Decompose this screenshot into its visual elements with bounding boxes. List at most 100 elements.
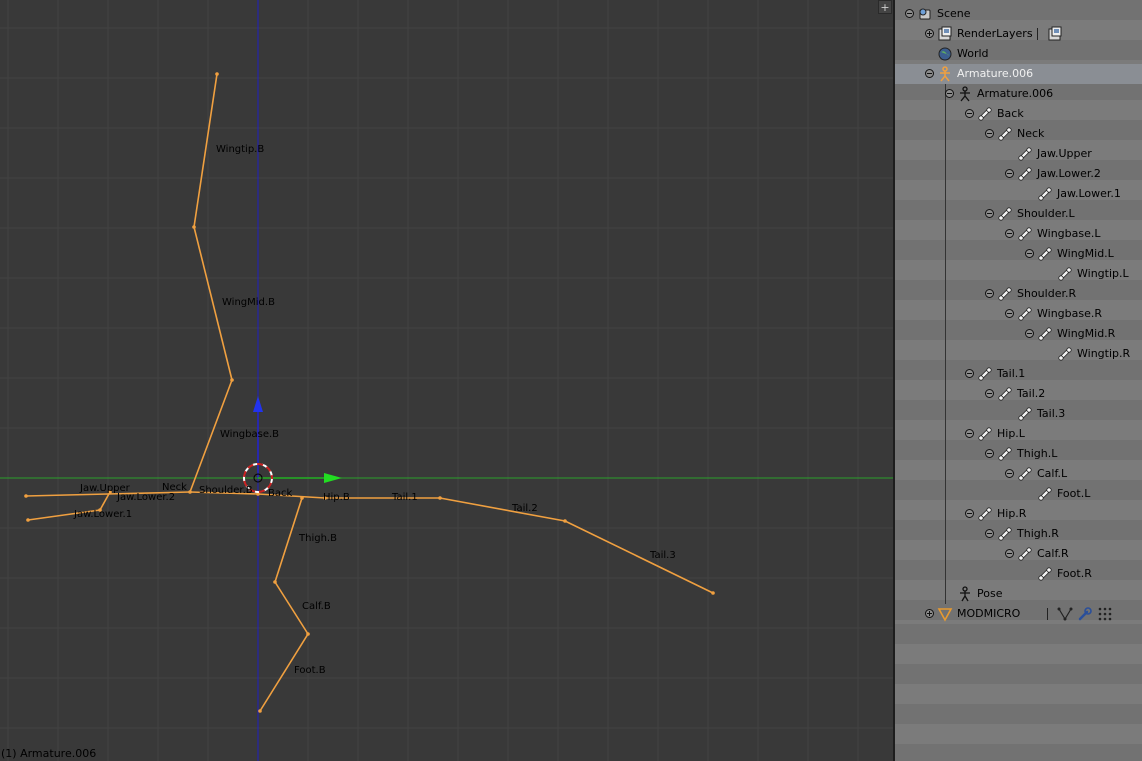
mesh-icon bbox=[937, 606, 953, 622]
collapse-icon[interactable] bbox=[1005, 469, 1014, 478]
outliner-item-jaw-upper[interactable]: Jaw.Upper bbox=[895, 144, 1142, 164]
collapse-icon[interactable] bbox=[1005, 549, 1014, 558]
outliner-item-label: Jaw.Lower.2 bbox=[1037, 167, 1101, 180]
bone-label: Thigh.B bbox=[298, 533, 337, 544]
outliner-item-wingmid-l[interactable]: WingMid.L bbox=[895, 244, 1142, 264]
bone-icon bbox=[997, 526, 1013, 542]
outliner-item-tail-3[interactable]: Tail.3 bbox=[895, 404, 1142, 424]
outliner-item-scene[interactable]: Scene bbox=[895, 4, 1142, 24]
bone-icon bbox=[997, 446, 1013, 462]
bone-label: Shoulder.B bbox=[199, 485, 253, 496]
bone-icon bbox=[1017, 226, 1033, 242]
outliner-item-tail-1[interactable]: Tail.1 bbox=[895, 364, 1142, 384]
outliner-item-tail-2[interactable]: Tail.2 bbox=[895, 384, 1142, 404]
outliner-item-label: Tail.3 bbox=[1037, 407, 1066, 420]
outliner-item-foot-l[interactable]: Foot.L bbox=[895, 484, 1142, 504]
outliner-item-jaw-lower-2[interactable]: Jaw.Lower.2 bbox=[895, 164, 1142, 184]
collapse-icon[interactable] bbox=[965, 429, 974, 438]
collapse-icon[interactable] bbox=[925, 69, 934, 78]
outliner-item-wingbase-r[interactable]: Wingbase.R bbox=[895, 304, 1142, 324]
collapse-icon[interactable] bbox=[945, 89, 954, 98]
collapse-icon[interactable] bbox=[905, 9, 914, 18]
bone-icon bbox=[1037, 566, 1053, 582]
collapse-icon[interactable] bbox=[985, 209, 994, 218]
collapse-icon[interactable] bbox=[985, 389, 994, 398]
collapse-icon[interactable] bbox=[985, 289, 994, 298]
outliner-item-back[interactable]: Back bbox=[895, 104, 1142, 124]
collapse-icon[interactable] bbox=[985, 449, 994, 458]
bone-label: WingMid.B bbox=[222, 297, 275, 308]
outliner-item-neck[interactable]: Neck bbox=[895, 124, 1142, 144]
viewport-canvas[interactable]: Wingtip.BWingMid.BWingbase.BJaw.UpperJaw… bbox=[0, 0, 893, 761]
bone-icon bbox=[1017, 406, 1033, 422]
bone-segment bbox=[193, 73, 218, 228]
particles-icon[interactable] bbox=[1097, 606, 1113, 622]
outliner-item-label: Jaw.Lower.1 bbox=[1057, 187, 1121, 200]
wrench-modifier-icon[interactable] bbox=[1077, 606, 1093, 622]
collapse-icon[interactable] bbox=[965, 369, 974, 378]
view-split-plus-button[interactable]: + bbox=[878, 0, 892, 14]
outliner-item-label: Thigh.R bbox=[1017, 527, 1059, 540]
bone-joint bbox=[192, 225, 196, 229]
render-layers-icon[interactable] bbox=[1047, 26, 1063, 42]
outliner-item-label: RenderLayers bbox=[957, 27, 1033, 40]
outliner-item-jaw-lower-1[interactable]: Jaw.Lower.1 bbox=[895, 184, 1142, 204]
outliner-item-hip-r[interactable]: Hip.R bbox=[895, 504, 1142, 524]
collapse-icon[interactable] bbox=[965, 109, 974, 118]
world-icon bbox=[937, 46, 953, 62]
outliner-panel[interactable]: Scene RenderLayers World Armature.006 Armatu… bbox=[895, 0, 1142, 761]
outliner-item-wingbase-l[interactable]: Wingbase.L bbox=[895, 224, 1142, 244]
collapse-icon[interactable] bbox=[1005, 169, 1014, 178]
collapse-icon[interactable] bbox=[965, 509, 974, 518]
bone-label: Tail.1 bbox=[391, 492, 418, 503]
bone-joint bbox=[188, 490, 192, 494]
outliner-item-thigh-r[interactable]: Thigh.R bbox=[895, 524, 1142, 544]
z-manipulator-arrow bbox=[253, 396, 263, 412]
outliner-item-armature-006[interactable]: Armature.006 bbox=[895, 64, 1142, 84]
collapse-icon[interactable] bbox=[1005, 229, 1014, 238]
outliner-item-label: Jaw.Upper bbox=[1037, 147, 1092, 160]
vertex-group-icon[interactable] bbox=[1057, 606, 1073, 622]
outliner-item-wingmid-r[interactable]: WingMid.R bbox=[895, 324, 1142, 344]
bone-joint bbox=[215, 72, 219, 76]
bone-label: Neck bbox=[162, 482, 187, 493]
bone-label: Calf.B bbox=[302, 601, 331, 612]
outliner-item-label: Shoulder.L bbox=[1017, 207, 1075, 220]
bone-icon bbox=[977, 106, 993, 122]
3d-viewport[interactable]: Wingtip.B WingMid.B Wingbase.B Jaw.Upper Jaw… bbox=[0, 0, 893, 761]
bone-icon bbox=[997, 386, 1013, 402]
outliner-item-shoulder-r[interactable]: Shoulder.R bbox=[895, 284, 1142, 304]
collapse-icon[interactable] bbox=[985, 129, 994, 138]
outliner-item-wingtip-r[interactable]: Wingtip.R bbox=[895, 344, 1142, 364]
outliner-item-foot-r[interactable]: Foot.R bbox=[895, 564, 1142, 584]
collapse-icon[interactable] bbox=[1005, 309, 1014, 318]
outliner-item-label: WingMid.R bbox=[1057, 327, 1116, 340]
outliner-item-calf-l[interactable]: Calf.L bbox=[895, 464, 1142, 484]
outliner-item-wingtip-l[interactable]: Wingtip.L bbox=[895, 264, 1142, 284]
outliner-item-thigh-l[interactable]: Thigh.L bbox=[895, 444, 1142, 464]
bone-segment bbox=[439, 497, 566, 522]
outliner-item-label: Hip.L bbox=[997, 427, 1025, 440]
outliner-item-renderlayers[interactable]: RenderLayers bbox=[895, 24, 1142, 44]
collapse-icon[interactable] bbox=[985, 529, 994, 538]
outliner-item-pose[interactable]: Pose bbox=[895, 584, 1142, 604]
outliner-item-hip-l[interactable]: Hip.L bbox=[895, 424, 1142, 444]
bone-label: Jaw.Lower.2 bbox=[116, 492, 175, 503]
outliner-item-shoulder-l[interactable]: Shoulder.L bbox=[895, 204, 1142, 224]
x-manipulator-arrow bbox=[324, 473, 342, 483]
bone-icon bbox=[997, 126, 1013, 142]
bone-icon bbox=[1037, 186, 1053, 202]
collapse-icon[interactable] bbox=[1025, 329, 1034, 338]
expand-icon[interactable] bbox=[925, 609, 934, 618]
bone-labels: Wingtip.BWingMid.BWingbase.BJaw.UpperJaw… bbox=[73, 144, 676, 676]
bone-label: Hip.B bbox=[323, 492, 350, 503]
bone-label: Tail.3 bbox=[649, 550, 676, 561]
bone-joint bbox=[230, 378, 234, 382]
outliner-item-modmicro[interactable]: MODMICRO bbox=[895, 604, 1142, 624]
expand-icon[interactable] bbox=[925, 29, 934, 38]
collapse-icon[interactable] bbox=[1025, 249, 1034, 258]
outliner-item-calf-r[interactable]: Calf.R bbox=[895, 544, 1142, 564]
outliner-item-world[interactable]: World bbox=[895, 44, 1142, 64]
outliner-item-armature-006[interactable]: Armature.006 bbox=[895, 84, 1142, 104]
bone-joint bbox=[273, 580, 277, 584]
